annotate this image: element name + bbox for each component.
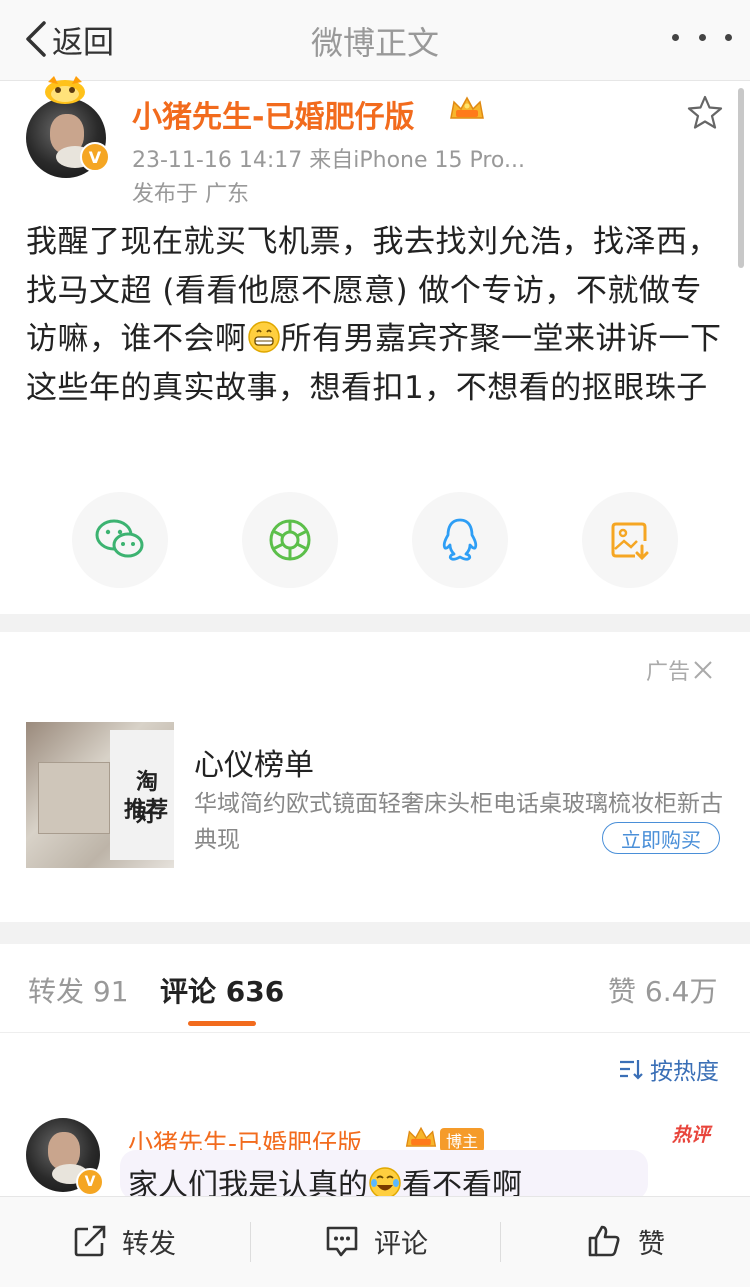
like-label: 赞 [638, 1228, 665, 1260]
verified-badge: V [76, 1168, 104, 1196]
repost-icon [74, 1225, 106, 1257]
close-icon [694, 661, 712, 679]
tab-repost-label: 转发 [28, 975, 85, 1008]
tab-like-count: 6.4万 [644, 975, 718, 1008]
tab-like[interactable]: 赞 6.4万 [608, 970, 717, 1010]
sort-label: 按热度 [650, 1059, 719, 1085]
author-owner-badge: 博主 [440, 1128, 485, 1152]
ad-close-button[interactable]: 广告 [646, 654, 714, 686]
vip-crown-icon [405, 1126, 437, 1147]
more-dot-icon [725, 33, 732, 41]
share-qq-button[interactable] [412, 492, 508, 588]
tab-repost-count: 91 [92, 975, 129, 1008]
repost-label: 转发 [122, 1228, 176, 1260]
avatar-pendant-icon [45, 76, 85, 104]
more-dot-icon [672, 33, 679, 41]
thumbs-up-icon [588, 1225, 620, 1257]
comment-icon [326, 1226, 358, 1257]
grin-emoji-icon [247, 321, 280, 353]
post-body: 我醒了现在就买飞机票，我去找刘允浩，找泽西，找马文超 (看看他愿不愿意) 做个专… [26, 218, 726, 412]
save-image-icon [611, 522, 649, 561]
buy-now-button[interactable]: 立即购买 [602, 822, 720, 854]
ad-image-text: 推荐 [124, 798, 169, 823]
more-dot-icon [698, 33, 706, 41]
section-divider [0, 614, 750, 632]
tab-like-label: 赞 [608, 975, 637, 1008]
tab-comment-label: 评论 [160, 975, 217, 1008]
comment-button[interactable]: 评论 [324, 1196, 428, 1286]
ad-tag-label: 广告 [646, 660, 691, 685]
post-location: 发布于 广东 [132, 182, 249, 207]
sort-icon [620, 1060, 643, 1080]
post-timestamp-source: 23-11-16 14:17 来自iPhone 15 Pro... [132, 148, 525, 173]
tab-comment-count: 636 [225, 975, 285, 1008]
comment-label: 评论 [374, 1228, 428, 1260]
page-title: 微博正文 [310, 24, 439, 62]
tabs-divider [0, 1032, 750, 1033]
tab-comment[interactable]: 评论 636 [160, 970, 284, 1010]
wechat-icon [95, 519, 144, 558]
vip-crown-icon [450, 96, 484, 119]
bottom-bar-divider [250, 1222, 251, 1262]
ad-title[interactable]: 心仪榜单 [194, 740, 314, 784]
save-image-button[interactable] [582, 492, 678, 588]
sort-by-hot-button[interactable]: 按热度 [618, 1052, 719, 1086]
share-moments-button[interactable] [242, 492, 338, 588]
hot-comment-tag: 热评 [672, 1124, 711, 1146]
author-name[interactable]: 小猪先生-已婚肥仔版 [132, 92, 414, 136]
moments-icon [269, 519, 311, 561]
laugh-cry-emoji-icon [369, 1167, 401, 1199]
qq-icon [442, 518, 478, 561]
more-options-button[interactable] [672, 22, 732, 52]
scrollbar[interactable] [738, 88, 744, 268]
repost-button[interactable]: 转发 [72, 1196, 176, 1286]
like-button[interactable]: 赞 [586, 1196, 665, 1286]
active-tab-indicator [188, 1021, 256, 1026]
ad-product-image[interactable]: 淘好 推荐 [26, 722, 174, 868]
verified-badge: V [80, 142, 110, 172]
bottom-bar-divider [500, 1222, 501, 1262]
favorite-star-icon[interactable] [686, 94, 724, 130]
share-wechat-button[interactable] [72, 492, 168, 588]
section-divider [0, 922, 750, 944]
tab-repost[interactable]: 转发 91 [28, 970, 129, 1010]
